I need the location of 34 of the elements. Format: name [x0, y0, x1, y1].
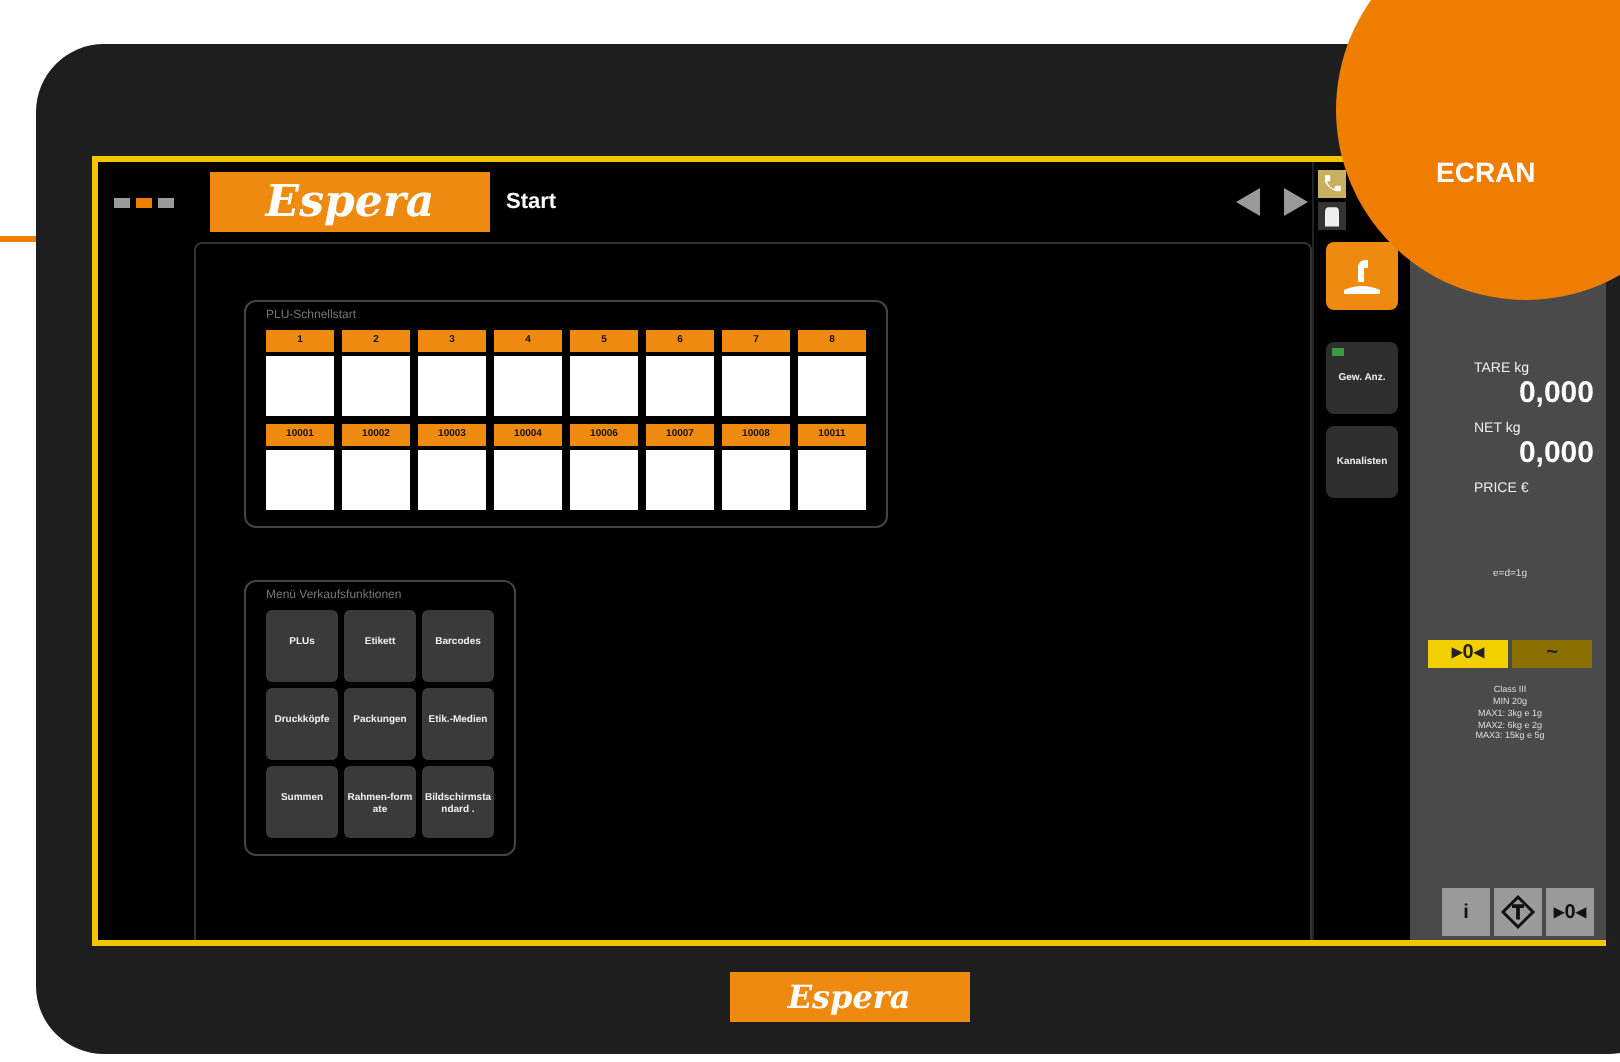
tare-icon — [1500, 894, 1536, 930]
photo-placeholder — [722, 356, 790, 416]
net-value: 0,000 — [1518, 436, 1594, 470]
photo-placeholder — [646, 356, 714, 416]
badge: ECRAN — [1336, 0, 1620, 300]
tare-button[interactable] — [1494, 888, 1542, 936]
status-indicator: ▸0◂ — [1428, 640, 1508, 668]
photo-placeholder — [798, 356, 866, 416]
page-indicator[interactable] — [136, 197, 152, 207]
scale-button[interactable] — [1326, 242, 1398, 310]
tare-value: 0,000 — [1518, 376, 1594, 410]
photo-placeholder — [266, 356, 334, 416]
screen-title: Start — [506, 190, 557, 214]
previous-icon[interactable] — [1232, 186, 1264, 218]
function-button[interactable]: ▸0◂ — [1546, 888, 1594, 936]
page-indicator[interactable] — [158, 197, 174, 207]
page-indicator[interactable] — [114, 197, 130, 207]
photo-placeholder — [570, 450, 638, 510]
photo-placeholder — [418, 450, 486, 510]
photo-placeholder — [418, 356, 486, 416]
photo-placeholder — [342, 450, 410, 510]
photo-placeholder — [494, 450, 562, 510]
photo-placeholder — [342, 356, 410, 416]
logo: Espera — [729, 972, 969, 1022]
photo-placeholder — [722, 450, 790, 510]
photo-placeholder — [494, 356, 562, 416]
photo-placeholder — [646, 450, 714, 510]
function-button[interactable]: i — [1442, 888, 1490, 936]
status-indicator: ~ — [1512, 640, 1592, 668]
photo-placeholder — [266, 450, 334, 510]
photo-placeholder — [570, 356, 638, 416]
next-icon[interactable] — [1280, 186, 1312, 218]
photo-placeholder — [798, 450, 866, 510]
logo: Espera — [210, 172, 490, 232]
